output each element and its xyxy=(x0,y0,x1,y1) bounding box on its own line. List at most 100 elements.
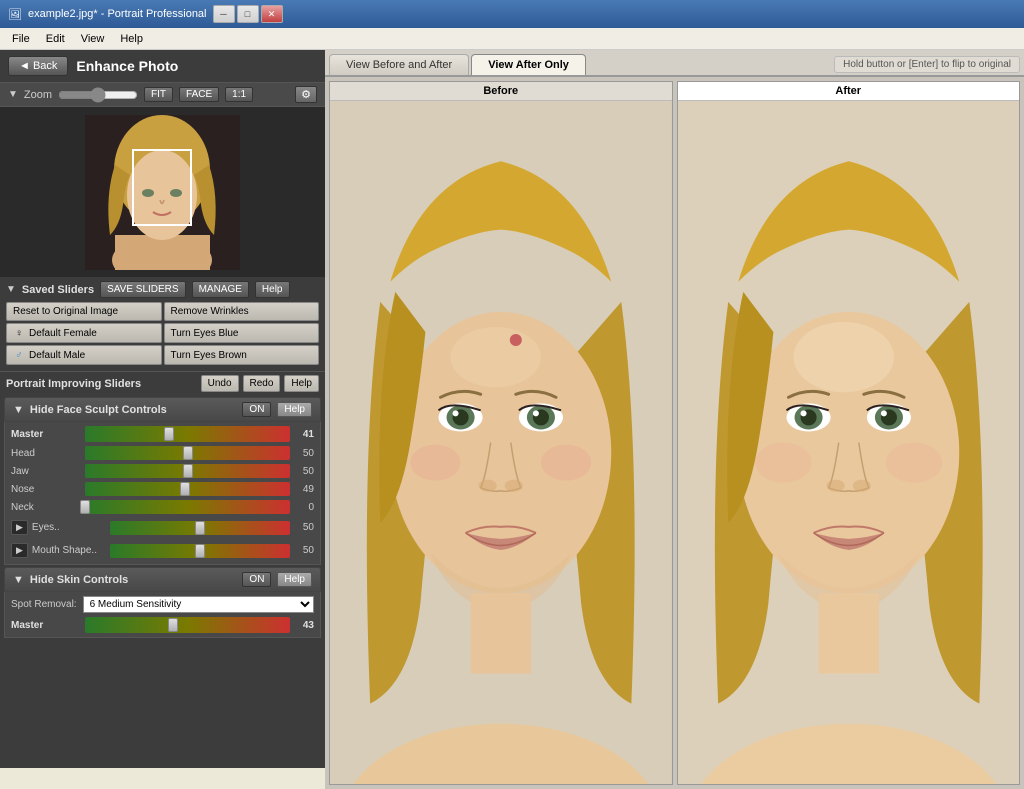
settings-button[interactable]: ⚙ xyxy=(295,86,317,103)
menu-file[interactable]: File xyxy=(4,31,38,47)
jaw-slider-track[interactable] xyxy=(85,464,290,478)
skin-master-label: Master xyxy=(11,620,81,631)
tab-after-only[interactable]: View After Only xyxy=(471,54,586,75)
minimize-button[interactable]: ─ xyxy=(213,5,235,23)
fit-button[interactable]: FIT xyxy=(144,87,173,102)
default-female-button[interactable]: ♀ Default Female xyxy=(6,323,162,343)
turn-eyes-brown-button[interactable]: Turn Eyes Brown xyxy=(164,345,320,365)
main-layout: ◄ Back Enhance Photo ▼ Zoom FIT FACE 1:1… xyxy=(0,50,1024,768)
head-label: Head xyxy=(11,448,81,459)
after-label[interactable]: After xyxy=(678,82,1020,101)
redo-button[interactable]: Redo xyxy=(243,375,281,392)
face-sculpt-triangle: ▼ xyxy=(13,404,24,416)
skin-controls-on-button[interactable]: ON xyxy=(242,572,271,587)
face-sculpt-header[interactable]: ▼ Hide Face Sculpt Controls ON Help xyxy=(4,397,321,422)
after-face-svg xyxy=(678,101,1020,784)
neck-value: 0 xyxy=(294,502,314,513)
jaw-slider-thumb[interactable] xyxy=(183,464,193,478)
jaw-value: 50 xyxy=(294,466,314,477)
face-sculpt-title: Hide Face Sculpt Controls xyxy=(30,404,237,416)
mouth-slider-track[interactable] xyxy=(110,544,290,558)
spot-removal-row: Spot Removal: 6 Medium Sensitivity xyxy=(11,594,314,615)
nose-label: Nose xyxy=(11,484,81,495)
skin-controls-triangle: ▼ xyxy=(13,574,24,586)
thumbnail-container[interactable] xyxy=(85,115,240,270)
mouth-slider-thumb[interactable] xyxy=(195,544,205,558)
nose-slider-thumb[interactable] xyxy=(180,482,190,496)
ratio-button[interactable]: 1:1 xyxy=(225,87,253,102)
mouth-expand-button[interactable]: ▶ xyxy=(11,543,28,558)
master-slider-track[interactable] xyxy=(85,426,290,442)
eyes-slider-track[interactable] xyxy=(110,521,290,535)
spot-removal-select[interactable]: 6 Medium Sensitivity xyxy=(83,596,314,613)
neck-slider-track[interactable] xyxy=(85,500,290,514)
nose-slider-track[interactable] xyxy=(85,482,290,496)
left-panel: ◄ Back Enhance Photo ▼ Zoom FIT FACE 1:1… xyxy=(0,50,325,768)
mouth-value: 50 xyxy=(294,545,314,556)
saved-sliders-section: ▼ Saved Sliders SAVE SLIDERS MANAGE Help… xyxy=(0,277,325,371)
skin-master-slider-track[interactable] xyxy=(85,617,290,633)
face-button[interactable]: FACE xyxy=(179,87,219,102)
eyes-slider-row: ▶ Eyes.. 50 xyxy=(11,516,314,539)
face-sculpt-on-button[interactable]: ON xyxy=(242,402,271,417)
portrait-help-button[interactable]: Help xyxy=(284,375,319,392)
eyes-expand-button[interactable]: ▶ xyxy=(11,520,28,535)
default-male-label: Default Male xyxy=(29,350,85,361)
image-area: Before xyxy=(325,77,1024,789)
jaw-slider-row: Jaw 50 xyxy=(11,462,314,480)
tab-bar: View Before and After View After Only Ho… xyxy=(325,50,1024,77)
saved-sliders-title: Saved Sliders xyxy=(22,284,94,296)
skin-controls-sliders: Spot Removal: 6 Medium Sensitivity Maste… xyxy=(4,592,321,638)
reset-original-button[interactable]: Reset to Original Image xyxy=(6,302,162,321)
head-slider-track[interactable] xyxy=(85,446,290,460)
skin-controls-title: Hide Skin Controls xyxy=(30,574,237,586)
face-sculpt-help-button[interactable]: Help xyxy=(277,402,312,417)
jaw-label: Jaw xyxy=(11,466,81,477)
controls-scroll: ▼ Hide Face Sculpt Controls ON Help Mast… xyxy=(0,395,325,768)
window-controls: ─ □ ✕ xyxy=(213,5,283,23)
default-female-label: Default Female xyxy=(29,328,97,339)
hint-text: Hold button or [Enter] to flip to origin… xyxy=(834,56,1020,73)
mouth-expand: ▶ Mouth Shape.. xyxy=(11,541,102,560)
nose-value: 49 xyxy=(294,484,314,495)
skin-controls-help-button[interactable]: Help xyxy=(277,572,312,587)
menu-edit[interactable]: Edit xyxy=(38,31,73,47)
skin-controls-header[interactable]: ▼ Hide Skin Controls ON Help xyxy=(4,567,321,592)
menu-view[interactable]: View xyxy=(73,31,113,47)
eyes-value: 50 xyxy=(294,522,314,533)
undo-button[interactable]: Undo xyxy=(201,375,239,392)
head-slider-thumb[interactable] xyxy=(183,446,193,460)
menu-help[interactable]: Help xyxy=(112,31,151,47)
back-bar: ◄ Back Enhance Photo xyxy=(0,50,325,82)
back-button[interactable]: ◄ Back xyxy=(8,56,68,76)
default-male-button[interactable]: ♂ Default Male xyxy=(6,345,162,365)
save-sliders-button[interactable]: SAVE SLIDERS xyxy=(100,281,186,298)
portrait-header: Portrait Improving Sliders Undo Redo Hel… xyxy=(0,371,325,395)
neck-slider-thumb[interactable] xyxy=(80,500,90,514)
skin-master-slider-thumb[interactable] xyxy=(168,618,178,632)
titlebar: 🖼 example2.jpg* - Portrait Professional … xyxy=(0,0,1024,28)
manage-button[interactable]: MANAGE xyxy=(192,281,249,298)
zoom-slider[interactable] xyxy=(58,87,138,103)
restore-button[interactable]: □ xyxy=(237,5,259,23)
neck-label: Neck xyxy=(11,502,81,513)
close-button[interactable]: ✕ xyxy=(261,5,283,23)
zoom-label: Zoom xyxy=(24,89,52,101)
head-value: 50 xyxy=(294,448,314,459)
female-icon: ♀ xyxy=(13,327,25,339)
turn-eyes-blue-button[interactable]: Turn Eyes Blue xyxy=(164,323,320,343)
thumbnail-image xyxy=(85,115,240,270)
right-panel: View Before and After View After Only Ho… xyxy=(325,50,1024,768)
enhance-title: Enhance Photo xyxy=(76,58,178,74)
zoom-bar: ▼ Zoom FIT FACE 1:1 ⚙ xyxy=(0,82,325,107)
saved-sliders-help-button[interactable]: Help xyxy=(255,281,290,298)
after-image-content xyxy=(678,101,1020,784)
before-label[interactable]: Before xyxy=(330,82,672,101)
male-icon: ♂ xyxy=(13,349,25,361)
eyes-slider-thumb[interactable] xyxy=(195,521,205,535)
head-slider-row: Head 50 xyxy=(11,444,314,462)
master-slider-thumb[interactable] xyxy=(164,427,174,441)
tab-before-after[interactable]: View Before and After xyxy=(329,54,469,75)
turn-eyes-blue-label: Turn Eyes Blue xyxy=(171,328,239,339)
remove-wrinkles-button[interactable]: Remove Wrinkles xyxy=(164,302,320,321)
